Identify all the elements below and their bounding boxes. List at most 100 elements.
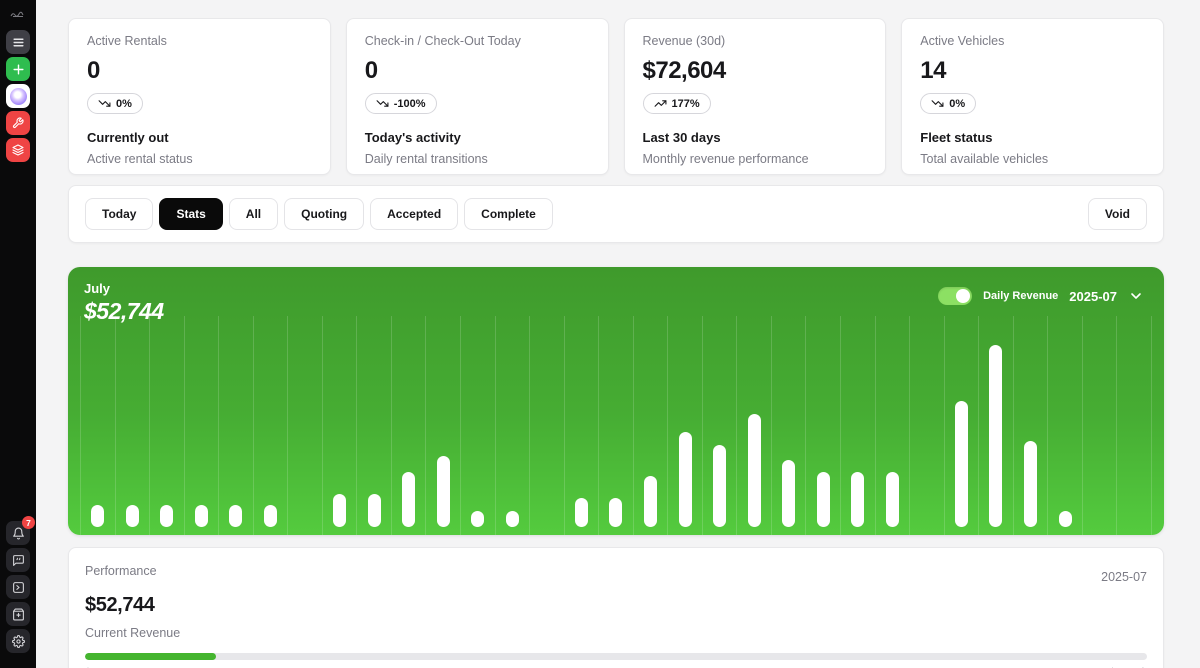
stat-card-title: Last 30 days — [643, 130, 868, 145]
plus-icon — [12, 63, 25, 76]
revenue-bar-day-28[interactable] — [1024, 441, 1037, 527]
revenue-bar-day-5[interactable] — [229, 505, 242, 527]
stat-card-subtitle: Daily rental transitions — [365, 152, 590, 166]
revenue-bar-day-12[interactable] — [471, 511, 484, 527]
chart-controls: Daily Revenue 2025-07 — [938, 286, 1144, 306]
trend-badge: 0% — [87, 93, 143, 114]
stat-card-title: Today's activity — [365, 130, 590, 145]
chevron-down-icon[interactable] — [1128, 288, 1144, 304]
chart-column-day-28 — [1014, 316, 1049, 535]
revenue-bar-day-4[interactable] — [195, 505, 208, 527]
chart-column-day-14 — [530, 316, 565, 535]
revenue-bar-day-6[interactable] — [264, 505, 277, 527]
revenue-bar-day-27[interactable] — [989, 345, 1002, 527]
revenue-bar-day-20[interactable] — [748, 414, 761, 527]
chart-column-day-19 — [703, 316, 738, 535]
revenue-chart-card: July $52,744 Daily Revenue 2025-07 — [68, 267, 1164, 535]
performance-header: Performance 2025-07 — [85, 564, 1147, 584]
layers-button[interactable] — [6, 138, 30, 162]
chart-month-total: $52,744 — [84, 298, 164, 325]
trending-up-icon — [654, 97, 667, 110]
stat-card-label: Check-in / Check-Out Today — [365, 34, 590, 48]
trending-down-icon — [98, 97, 111, 110]
terminal-icon — [12, 581, 25, 594]
notifications-button[interactable]: 7 — [6, 521, 30, 545]
performance-card: Performance 2025-07 $52,744 Current Reve… — [68, 547, 1164, 668]
revenue-bar-day-21[interactable] — [782, 460, 795, 527]
stat-card-label: Active Rentals — [87, 34, 312, 48]
trend-delta: 177% — [672, 98, 700, 110]
filter-stats[interactable]: Stats — [159, 198, 222, 230]
revenue-bar-day-10[interactable] — [402, 472, 415, 527]
stat-card-label: Revenue (30d) — [643, 34, 868, 48]
stat-card-active-vehicles: Active Vehicles 14 0% Fleet status Total… — [901, 18, 1164, 175]
revenue-bar-day-11[interactable] — [437, 456, 450, 527]
chart-columns — [80, 316, 1152, 535]
chart-column-day-11 — [426, 316, 461, 535]
filter-accepted[interactable]: Accepted — [370, 198, 458, 230]
stat-card-value: 0 — [365, 57, 590, 85]
terminal-button[interactable] — [6, 575, 30, 599]
trending-down-icon — [376, 97, 389, 110]
filter-quoting[interactable]: Quoting — [284, 198, 364, 230]
trend-badge: 177% — [643, 93, 711, 114]
revenue-bar-day-9[interactable] — [368, 494, 381, 527]
revenue-bar-day-26[interactable] — [955, 401, 968, 527]
revenue-progress-track — [85, 653, 1147, 660]
revenue-bar-day-22[interactable] — [817, 472, 830, 527]
trending-down-icon — [931, 97, 944, 110]
chart-column-day-30 — [1083, 316, 1118, 535]
revenue-bar-day-18[interactable] — [679, 432, 692, 527]
revenue-bar-day-23[interactable] — [851, 472, 864, 527]
toggle-label: Daily Revenue — [983, 290, 1058, 302]
performance-value: $52,744 — [85, 594, 1147, 617]
trend-delta: -100% — [394, 98, 426, 110]
menu-button[interactable] — [6, 30, 30, 54]
toggle-knob — [956, 289, 970, 303]
notifications-badge: 7 — [22, 516, 35, 529]
stat-card-value: 14 — [920, 57, 1145, 85]
chart-column-day-26 — [945, 316, 980, 535]
chart-month-label: July — [84, 281, 164, 296]
tools-button[interactable] — [6, 111, 30, 135]
chart-column-day-7 — [288, 316, 323, 535]
trend-badge: 0% — [920, 93, 976, 114]
revenue-bar-day-17[interactable] — [644, 476, 657, 527]
chart-column-day-3 — [150, 316, 185, 535]
revenue-bar-day-24[interactable] — [886, 472, 899, 527]
daily-revenue-toggle[interactable] — [938, 287, 972, 305]
lens-button[interactable] — [6, 84, 30, 108]
add-button[interactable] — [6, 57, 30, 81]
wrench-icon — [12, 117, 24, 129]
chart-column-day-23 — [841, 316, 876, 535]
revenue-bar-day-1[interactable] — [91, 505, 104, 527]
revenue-bar-day-29[interactable] — [1059, 511, 1072, 527]
revenue-bar-day-13[interactable] — [506, 511, 519, 527]
lens-icon — [10, 88, 27, 105]
chart-column-day-15 — [565, 316, 600, 535]
filter-all[interactable]: All — [229, 198, 278, 230]
revenue-bar-day-3[interactable] — [160, 505, 173, 527]
sidebar: 7 — [0, 0, 36, 668]
revenue-bar-day-15[interactable] — [575, 498, 588, 527]
chart-column-day-24 — [876, 316, 911, 535]
stat-card-title: Fleet status — [920, 130, 1145, 145]
filter-bar: Today Stats All Quoting Accepted Complet… — [68, 185, 1164, 243]
filter-complete[interactable]: Complete — [464, 198, 553, 230]
layers-icon — [12, 144, 24, 156]
chart-column-day-5 — [219, 316, 254, 535]
settings-button[interactable] — [6, 629, 30, 653]
revenue-bar-day-2[interactable] — [126, 505, 139, 527]
help-button[interactable] — [6, 548, 30, 572]
revenue-bar-day-8[interactable] — [333, 494, 346, 527]
trend-delta: 0% — [116, 98, 132, 110]
revenue-bar-day-19[interactable] — [713, 445, 726, 527]
revenue-bar-day-16[interactable] — [609, 498, 622, 527]
filter-today[interactable]: Today — [85, 198, 153, 230]
menu-icon — [12, 36, 25, 49]
store-button[interactable] — [6, 602, 30, 626]
stat-card-revenue-30d: Revenue (30d) $72,604 177% Last 30 days … — [624, 18, 887, 175]
filter-void[interactable]: Void — [1088, 198, 1147, 230]
revenue-progress-fill — [85, 653, 216, 660]
period-selector[interactable]: 2025-07 — [1069, 289, 1117, 304]
